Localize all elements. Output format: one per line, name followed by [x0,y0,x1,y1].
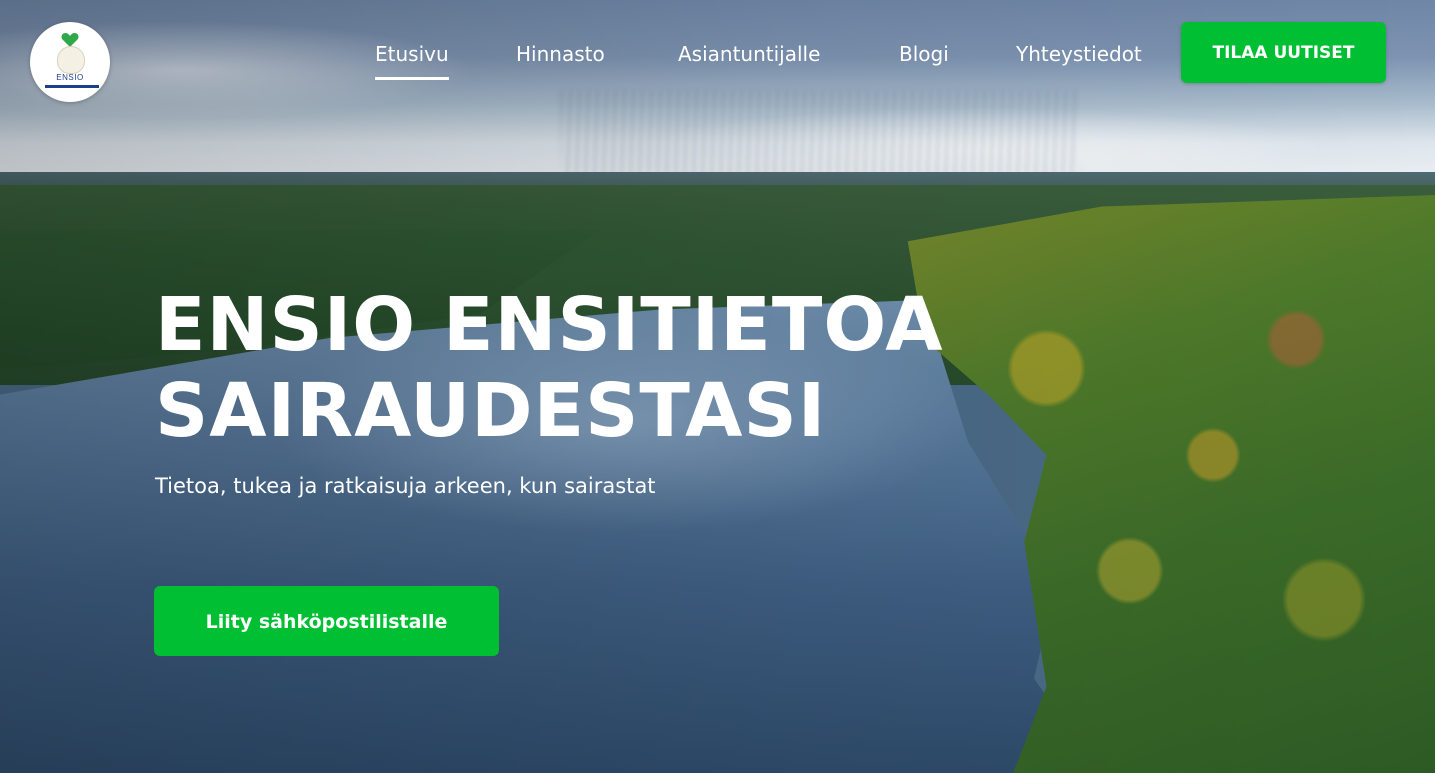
hero-section: ENSIO Etusivu Hinnasto Asiantuntijalle B… [0,0,1435,773]
nav-item-yhteystiedot[interactable]: Yhteystiedot [1016,42,1142,66]
hero-title-line-1: ENSIO ENSITIETOA [155,282,944,368]
logo-underline [45,85,99,88]
nav-item-hinnasto[interactable]: Hinnasto [516,42,605,66]
nav-item-etusivu[interactable]: Etusivu [375,42,449,80]
logo-text: ENSIO [56,73,84,82]
logo-link[interactable]: ENSIO [30,22,110,102]
subscribe-news-button[interactable]: TILAA UUTISET [1181,22,1386,83]
hero-subtitle: Tietoa, tukea ja ratkaisuja arkeen, kun … [155,474,656,498]
nav-item-blogi[interactable]: Blogi [899,42,949,66]
hero-title: ENSIO ENSITIETOA SAIRAUDESTASI [155,282,1055,454]
hand-icon [57,46,85,74]
join-mailing-list-button[interactable]: Liity sähköpostilistalle [154,586,499,656]
hero-title-line-2: SAIRAUDESTASI [155,368,827,454]
nav-item-asiantuntijalle[interactable]: Asiantuntijalle [678,42,820,66]
